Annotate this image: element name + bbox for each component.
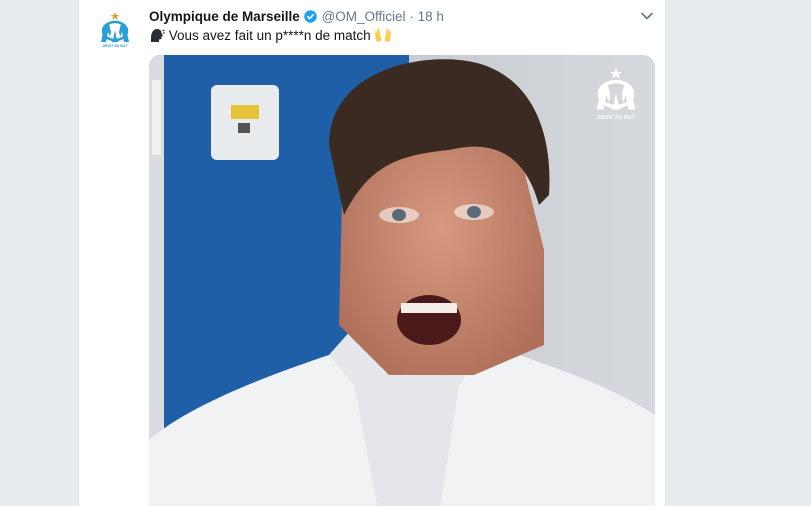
- tweet-timestamp[interactable]: 18 h: [418, 9, 444, 24]
- author-name[interactable]: Olympique de Marseille: [149, 9, 300, 24]
- tweet-text-body: Vous avez fait un p****n de match: [168, 28, 371, 43]
- raised-hands-icon: [374, 27, 392, 48]
- tweet-text: Vous avez fait un p****n de match: [149, 27, 392, 48]
- video-media[interactable]: DROIT AU BUT: [149, 55, 655, 506]
- video-frame: [149, 55, 655, 506]
- watermark-tagline: DROIT AU BUT: [596, 115, 636, 121]
- meta-separator: ·: [409, 9, 414, 24]
- speaking-head-icon: [149, 27, 165, 48]
- tweet-header: Olympique de Marseille @OM_Officiel · 18…: [149, 8, 655, 26]
- avatar-tagline: DROIT AU BUT: [102, 44, 128, 48]
- author-handle[interactable]: @OM_Officiel: [322, 9, 406, 24]
- tweet-card: DROIT AU BUT Olympique de Marseille @OM_…: [78, 0, 666, 506]
- om-logo-icon: [101, 12, 129, 42]
- chevron-down-icon[interactable]: [639, 8, 655, 24]
- verified-badge-icon: [303, 9, 318, 29]
